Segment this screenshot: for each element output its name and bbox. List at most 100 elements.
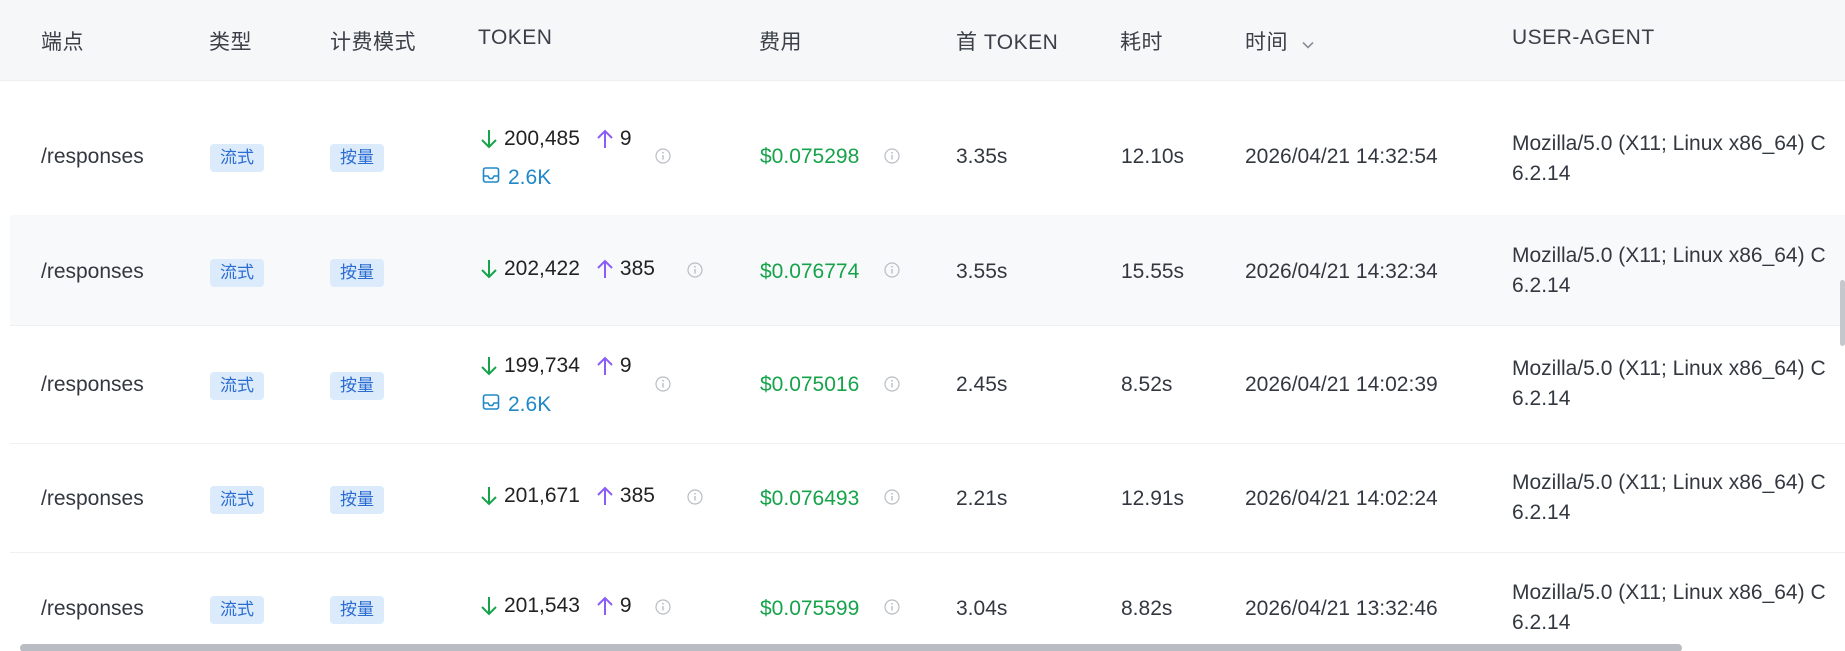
arrow-down-icon [480, 595, 498, 617]
type-badge: 流式 [210, 486, 264, 514]
arrow-up-icon [596, 258, 614, 280]
info-icon[interactable] [687, 489, 703, 505]
arrow-down-icon [480, 128, 498, 150]
column-header-billing: 计费模式 [330, 31, 416, 54]
token-counts: 200,485 9 [480, 127, 632, 151]
user-agent-line: Mozilla/5.0 (X11; Linux x86_64) C [1512, 357, 1826, 380]
endpoint-cell: /responses [41, 260, 144, 283]
table-row[interactable]: /responses 流式 按量 201,543 9 $0.075599 3.0… [10, 552, 1845, 651]
duration: 12.10s [1121, 145, 1185, 168]
type-badge: 流式 [210, 144, 264, 172]
output-tokens: 9 [619, 354, 632, 377]
table-row[interactable]: /responses 流式 按量 201,671 385 $0.076493 2… [10, 443, 1845, 553]
arrow-up-icon [596, 595, 614, 617]
column-header-time: 时间 [1245, 31, 1288, 54]
cost-value: $0.075599 [760, 597, 860, 620]
cache-tokens: 2.6K [482, 393, 551, 417]
first-token-time: 3.55s [956, 260, 1008, 283]
table-row[interactable]: /responses 流式 按量 199,734 9 2.6K $0.07501… [10, 325, 1845, 444]
user-agent-line: 6.2.14 [1512, 501, 1571, 524]
billing-badge: 按量 [330, 144, 384, 172]
info-icon[interactable] [655, 148, 671, 164]
user-agent-line: Mozilla/5.0 (X11; Linux x86_64) C [1512, 581, 1826, 604]
output-tokens: 9 [619, 127, 632, 150]
billing-badge: 按量 [330, 486, 384, 514]
info-icon[interactable] [655, 376, 671, 392]
cache-tokens: 2.6K [482, 166, 551, 190]
info-icon[interactable] [884, 376, 900, 392]
cost-value: $0.075016 [760, 373, 860, 396]
inbox-icon [482, 393, 500, 417]
column-header-endpoint: 端点 [41, 31, 84, 54]
inbox-icon [482, 166, 500, 190]
token-counts: 201,671 385 [480, 484, 655, 508]
cost-value: $0.075298 [760, 145, 860, 168]
info-icon[interactable] [884, 489, 900, 505]
column-header-first-token: 首 TOKEN [956, 31, 1059, 54]
input-tokens: 202,422 [504, 257, 580, 280]
table-header: 端点 类型 计费模式 TOKEN 费用 首 TOKEN 耗时 时间 USER-A… [0, 0, 1845, 81]
user-agent-line: 6.2.14 [1512, 611, 1571, 634]
usage-log-table: 端点 类型 计费模式 TOKEN 费用 首 TOKEN 耗时 时间 USER-A… [0, 0, 1845, 651]
user-agent-line: 6.2.14 [1512, 162, 1571, 185]
arrow-down-icon [480, 258, 498, 280]
first-token-time: 3.35s [956, 145, 1008, 168]
input-tokens: 200,485 [504, 127, 580, 150]
info-icon[interactable] [687, 262, 703, 278]
column-header-type: 类型 [209, 31, 252, 54]
user-agent-line: Mozilla/5.0 (X11; Linux x86_64) C [1512, 132, 1826, 155]
info-icon[interactable] [884, 262, 900, 278]
duration: 15.55s [1121, 260, 1185, 283]
output-tokens: 385 [619, 257, 655, 280]
cache-value: 2.6K [508, 166, 552, 189]
input-tokens: 201,671 [504, 484, 580, 507]
cost-value: $0.076774 [760, 260, 860, 283]
column-header-user-agent: USER-AGENT [1512, 26, 1655, 49]
arrow-down-icon [480, 485, 498, 507]
arrow-up-icon [596, 485, 614, 507]
user-agent-line: Mozilla/5.0 (X11; Linux x86_64) C [1512, 471, 1826, 494]
duration: 8.52s [1121, 373, 1173, 396]
type-badge: 流式 [210, 596, 264, 624]
table-row[interactable]: /responses 流式 按量 202,422 385 $0.076774 3… [10, 215, 1845, 326]
horizontal-scrollbar[interactable] [20, 644, 1682, 651]
user-agent-line: Mozilla/5.0 (X11; Linux x86_64) C [1512, 244, 1826, 267]
input-tokens: 199,734 [504, 354, 580, 377]
user-agent: Mozilla/5.0 (X11; Linux x86_64) C 6.2.14 [1512, 468, 1826, 528]
input-tokens: 201,543 [504, 594, 580, 617]
info-icon[interactable] [655, 599, 671, 615]
chevron-down-icon[interactable] [1302, 31, 1314, 55]
timestamp: 2026/04/21 14:32:34 [1245, 260, 1438, 283]
cost-value: $0.076493 [760, 487, 860, 510]
output-tokens: 385 [619, 484, 655, 507]
billing-badge: 按量 [330, 259, 384, 287]
info-icon[interactable] [884, 599, 900, 615]
endpoint-cell: /responses [41, 487, 144, 510]
user-agent: Mozilla/5.0 (X11; Linux x86_64) C 6.2.14 [1512, 578, 1826, 638]
billing-badge: 按量 [330, 372, 384, 400]
info-icon[interactable] [884, 148, 900, 164]
column-header-token: TOKEN [478, 26, 553, 49]
cache-value: 2.6K [508, 393, 552, 416]
column-header-cost: 费用 [759, 31, 802, 54]
duration: 8.82s [1121, 597, 1173, 620]
first-token-time: 2.45s [956, 373, 1008, 396]
table-row[interactable]: /responses 流式 按量 200,485 9 2.6K $0.07529… [10, 100, 1845, 216]
user-agent: Mozilla/5.0 (X11; Linux x86_64) C 6.2.14 [1512, 354, 1826, 414]
column-header-time-sort[interactable]: 时间 [1245, 26, 1314, 56]
vertical-scrollbar[interactable] [1840, 280, 1845, 346]
billing-badge: 按量 [330, 596, 384, 624]
user-agent: Mozilla/5.0 (X11; Linux x86_64) C 6.2.14 [1512, 129, 1826, 189]
timestamp: 2026/04/21 14:02:24 [1245, 487, 1438, 510]
token-counts: 201,543 9 [480, 594, 632, 618]
column-header-duration: 耗时 [1120, 31, 1163, 54]
first-token-time: 2.21s [956, 487, 1008, 510]
type-badge: 流式 [210, 259, 264, 287]
user-agent-line: 6.2.14 [1512, 387, 1571, 410]
timestamp: 2026/04/21 14:32:54 [1245, 145, 1438, 168]
user-agent: Mozilla/5.0 (X11; Linux x86_64) C 6.2.14 [1512, 241, 1826, 301]
arrow-up-icon [596, 128, 614, 150]
arrow-up-icon [596, 355, 614, 377]
type-badge: 流式 [210, 372, 264, 400]
token-counts: 202,422 385 [480, 257, 655, 281]
